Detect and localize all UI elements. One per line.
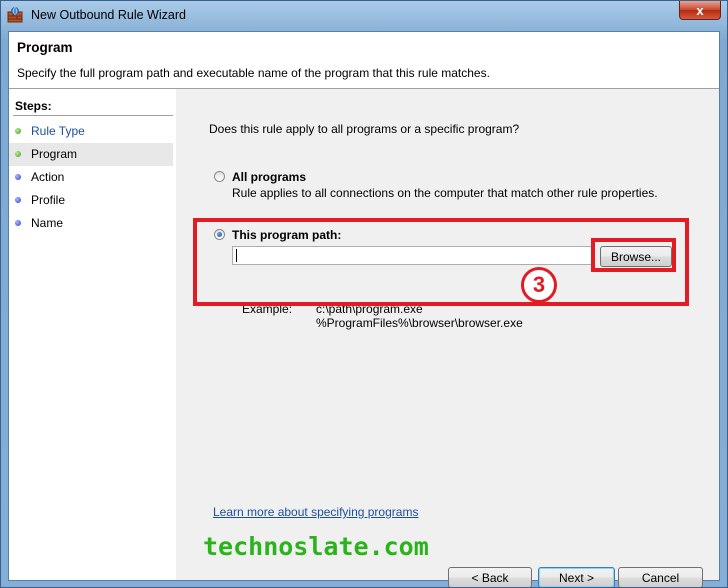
step-label: Name bbox=[31, 216, 64, 230]
step-profile: Profile bbox=[9, 189, 173, 212]
page-description: Specify the full program path and execut… bbox=[17, 66, 490, 80]
firewall-icon bbox=[7, 7, 23, 23]
step-rule-type[interactable]: Rule Type bbox=[9, 120, 173, 143]
step-pending-dot-icon bbox=[15, 220, 21, 226]
step-complete-dot-icon bbox=[15, 128, 21, 134]
program-question: Does this rule apply to all programs or … bbox=[209, 122, 520, 136]
example-label: Example: bbox=[242, 302, 293, 316]
learn-more-link[interactable]: Learn more about specifying programs bbox=[213, 505, 418, 519]
steps-panel: Steps: Rule Type Program Action Profile … bbox=[9, 89, 176, 580]
steps-heading: Steps: bbox=[15, 99, 52, 113]
example-path-2: %ProgramFiles%\browser\browser.exe bbox=[316, 316, 523, 330]
text-caret bbox=[236, 249, 237, 262]
program-path-input[interactable] bbox=[232, 246, 592, 265]
next-button[interactable]: Next > bbox=[538, 567, 615, 587]
all-programs-description: Rule applies to all connections on the c… bbox=[232, 186, 658, 200]
step-current-dot-icon bbox=[15, 151, 21, 157]
all-programs-label[interactable]: All programs bbox=[232, 170, 306, 184]
wizard-client-area: Program Specify the full program path an… bbox=[8, 31, 720, 587]
page-title: Program bbox=[17, 40, 73, 55]
browse-button[interactable]: Browse... bbox=[600, 246, 672, 267]
step-label: Program bbox=[31, 147, 78, 161]
step-label: Profile bbox=[31, 193, 66, 207]
steps-divider bbox=[13, 115, 173, 116]
all-programs-radio[interactable] bbox=[214, 171, 225, 182]
main-panel: Does this rule apply to all programs or … bbox=[176, 89, 719, 587]
step-label: Action bbox=[31, 170, 65, 184]
step-action: Action bbox=[9, 166, 173, 189]
watermark-text: technoslate.com bbox=[203, 532, 429, 561]
program-path-label[interactable]: This program path: bbox=[232, 228, 341, 242]
step-name: Name bbox=[9, 212, 173, 235]
close-button[interactable]: x bbox=[679, 1, 721, 20]
step-label: Rule Type bbox=[31, 124, 85, 138]
window-title: New Outbound Rule Wizard bbox=[31, 8, 186, 22]
wizard-window: New Outbound Rule Wizard x Program Speci… bbox=[0, 0, 728, 588]
step-pending-dot-icon bbox=[15, 197, 21, 203]
step-number-badge: 3 bbox=[521, 267, 557, 303]
title-bar[interactable]: New Outbound Rule Wizard x bbox=[1, 1, 727, 31]
step-pending-dot-icon bbox=[15, 174, 21, 180]
step-program[interactable]: Program bbox=[9, 143, 173, 166]
wizard-header: Program Specify the full program path an… bbox=[9, 32, 719, 89]
cancel-button[interactable]: Cancel bbox=[618, 567, 703, 587]
program-path-radio[interactable] bbox=[214, 229, 225, 240]
example-path-1: c:\path\program.exe bbox=[316, 302, 423, 316]
back-button[interactable]: < Back bbox=[448, 567, 532, 587]
close-icon: x bbox=[696, 2, 704, 18]
